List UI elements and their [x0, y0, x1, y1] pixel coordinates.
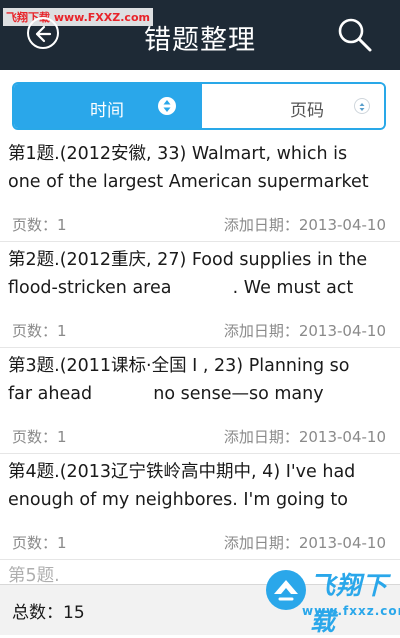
page-count: 页数：1 — [12, 428, 67, 446]
list-item[interactable]: 第1题.(2012安徽, 33) Walmart, which is one o… — [0, 136, 400, 242]
question-text: 第1题.(2012安徽, 33) Walmart, which is — [8, 144, 348, 164]
list-item[interactable]: 第2题.(2012重庆, 27) Food supplies in the fl… — [0, 242, 400, 348]
question-text: 第2题.(2012重庆, 27) Food supplies in the — [8, 250, 368, 270]
added-date: 添加日期：2013-04-10 — [223, 534, 386, 552]
added-date: 添加日期：2013-04-10 — [223, 428, 386, 446]
sort-icon — [158, 97, 176, 115]
question-text: 第3题.(2011课标·全国 I , 23) Planning so — [8, 356, 350, 376]
question-text: one of the largest American supermarket — [8, 172, 369, 192]
question-text: far ahead no sense—so many — [8, 384, 324, 404]
page-count: 页数：1 — [12, 534, 67, 552]
page-count: 页数：1 — [12, 322, 67, 340]
question-text: enough of my neighbores. I'm going to — [8, 490, 348, 510]
tab-page[interactable]: 页码 — [202, 84, 384, 128]
title-bar: 飞翔下载 www.FXXZ.com 错题整理 — [0, 0, 400, 70]
total-count: 总数：15 — [12, 603, 85, 623]
tab-time-label: 时间 — [90, 101, 124, 121]
added-date: 添加日期：2013-04-10 — [223, 322, 386, 340]
sort-icon — [354, 98, 370, 114]
question-text: flood-stricken area . We must act — [8, 278, 354, 298]
brand-watermark: 飞翔下载 www.fxxz.com — [262, 566, 400, 636]
page-count: 页数：1 — [12, 216, 67, 234]
added-date: 添加日期：2013-04-10 — [223, 216, 386, 234]
list-item[interactable]: 第3题.(2011课标·全国 I , 23) Planning so far a… — [0, 348, 400, 454]
list-item[interactable]: 第4题.(2013辽宁铁岭高中期中, 4) I've had enough of… — [0, 454, 400, 560]
question-text: 第4题.(2013辽宁铁岭高中期中, 4) I've had — [8, 462, 356, 482]
tab-page-label: 页码 — [290, 101, 324, 121]
search-button[interactable] — [336, 16, 374, 54]
sort-tabs: 时间 页码 — [12, 82, 386, 130]
brand-url: www.fxxz.com — [302, 604, 400, 618]
search-icon — [338, 18, 372, 52]
brand-name: 飞翔下载 — [310, 571, 389, 636]
tab-time[interactable]: 时间 — [14, 84, 202, 128]
